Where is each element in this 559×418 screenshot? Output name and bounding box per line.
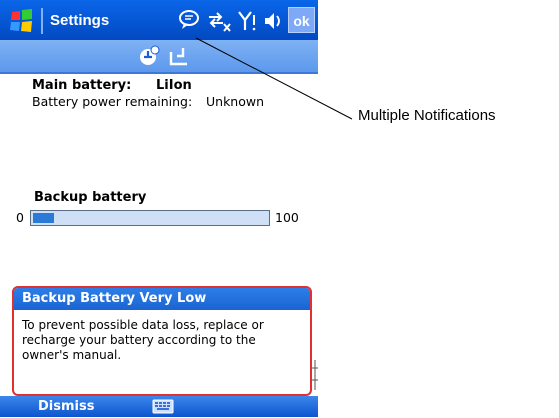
callout-leader-line	[195, 37, 353, 120]
callout-label: Multiple Notifications	[358, 107, 496, 124]
